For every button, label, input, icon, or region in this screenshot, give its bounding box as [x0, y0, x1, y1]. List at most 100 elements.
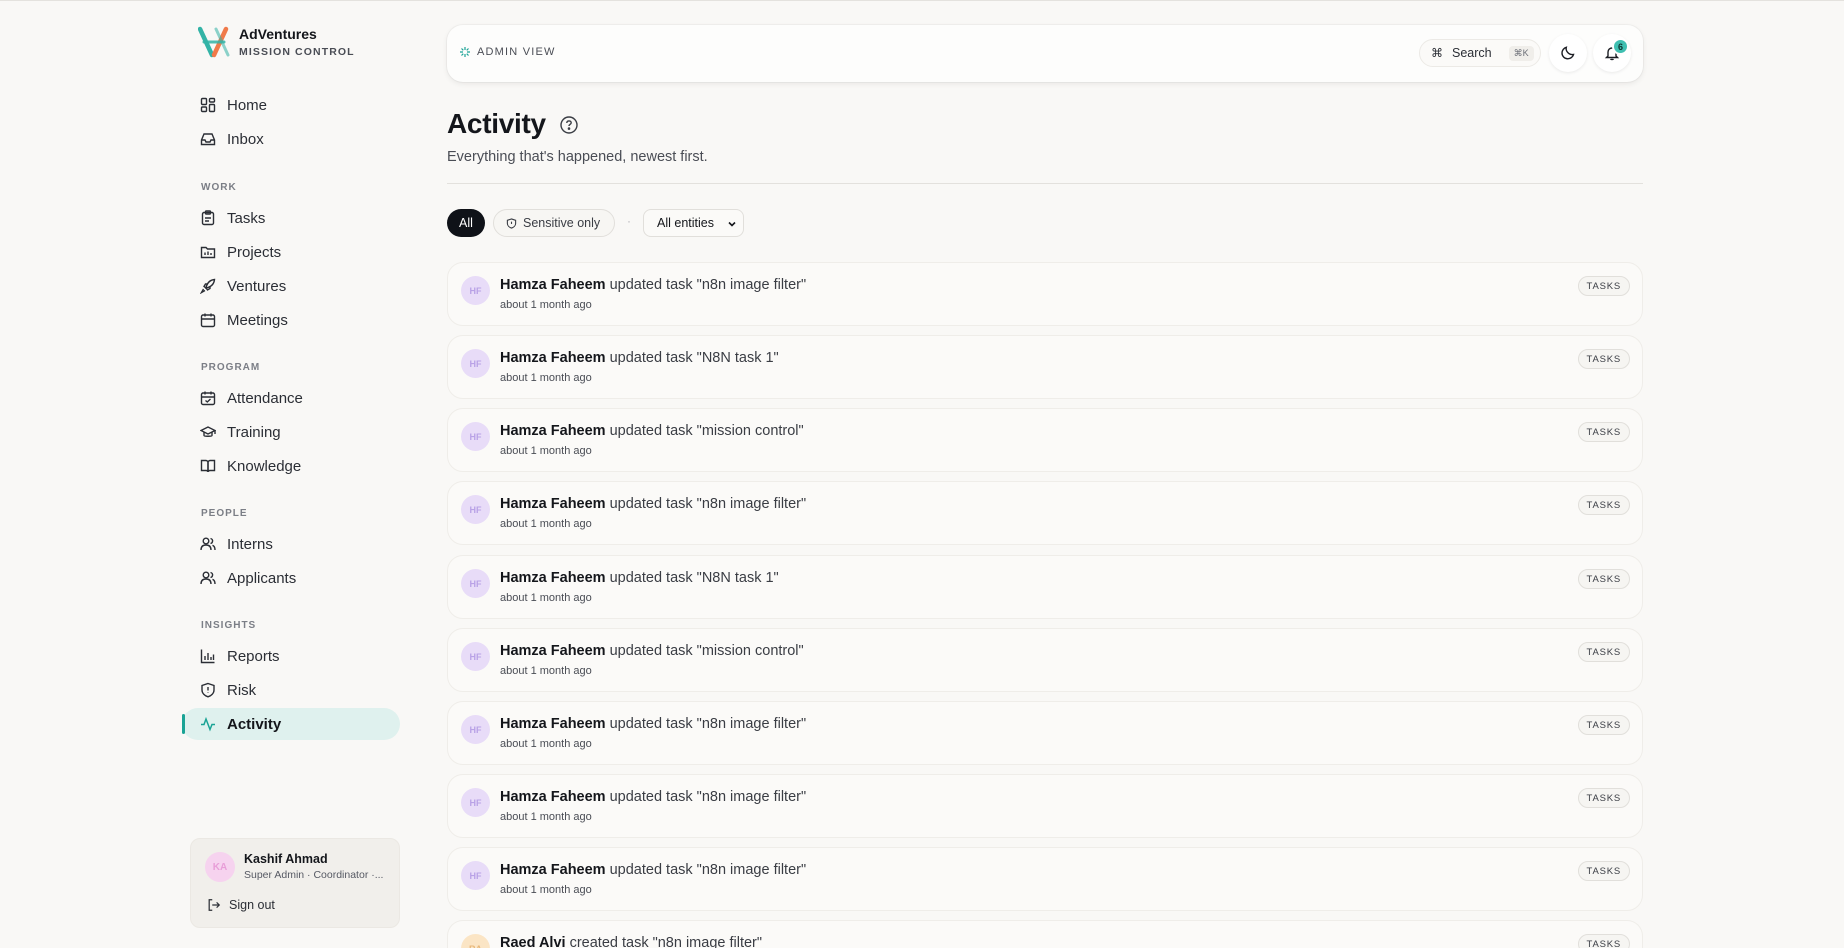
activity-action: updated task "n8n image filter"	[609, 496, 807, 512]
help-circle-icon[interactable]	[559, 115, 579, 135]
search-button[interactable]: ⌘ Search ⌘K	[1419, 39, 1541, 67]
theme-toggle-button[interactable]	[1549, 34, 1587, 72]
sidebar-item-risk[interactable]: Risk	[190, 674, 400, 706]
dashboard-icon	[200, 97, 216, 113]
view-label: ADMIN VIEW	[477, 46, 556, 58]
activity-text: Hamza Faheem updated task "n8n image fil…	[500, 716, 806, 732]
notifications-button[interactable]: 6	[1593, 34, 1631, 72]
adventures-logo-icon	[198, 26, 230, 58]
activity-time: about 1 month ago	[500, 518, 592, 530]
avatar: KA	[205, 852, 235, 882]
activity-action: updated task "n8n image filter"	[609, 789, 807, 805]
activity-row[interactable]: HF Hamza Faheem updated task "N8N task 1…	[447, 555, 1643, 619]
command-icon: ⌘	[1431, 46, 1443, 60]
brand[interactable]: AdVentures MISSION CONTROL	[198, 25, 355, 59]
activity-actor: Hamza Faheem	[500, 716, 606, 732]
user-role: Super Admin · Coordinator ·...	[244, 869, 384, 881]
avatar: HF	[461, 276, 490, 305]
shield-alert-icon	[201, 682, 215, 698]
activity-row[interactable]: RA Raed Alvi created task "n8n image fil…	[447, 920, 1643, 948]
activity-time: about 1 month ago	[500, 372, 592, 384]
sidebar-item-projects[interactable]: Projects	[190, 236, 400, 268]
filter-all-button[interactable]: All	[447, 209, 485, 237]
activity-actor: Hamza Faheem	[500, 277, 606, 293]
users-icon	[200, 571, 216, 585]
activity-time: about 1 month ago	[500, 884, 592, 896]
activity-text: Hamza Faheem updated task "n8n image fil…	[500, 277, 806, 293]
sidebar-item-applicants[interactable]: Applicants	[190, 562, 400, 594]
entity-tag: TASKS	[1577, 495, 1630, 515]
sidebar-item-label: Ventures	[227, 277, 287, 295]
avatar: HF	[461, 569, 490, 598]
activity-action: updated task "mission control"	[609, 643, 804, 659]
section-title-insights: INSIGHTS	[201, 620, 257, 631]
activity-action: created task "n8n image filter"	[569, 935, 763, 948]
avatar: HF	[461, 422, 490, 451]
sidebar-item-tasks[interactable]: Tasks	[190, 202, 400, 234]
view-indicator: ADMIN VIEW	[459, 46, 556, 58]
activity-actor: Hamza Faheem	[500, 496, 606, 512]
sign-out-label: Sign out	[229, 898, 275, 912]
sidebar-item-meetings[interactable]: Meetings	[190, 304, 400, 336]
sidebar-item-label: Activity	[227, 715, 282, 733]
sidebar-item-training[interactable]: Training	[190, 416, 400, 448]
sidebar-item-ventures[interactable]: Ventures	[190, 270, 400, 302]
activity-row[interactable]: HF Hamza Faheem updated task "n8n image …	[447, 847, 1643, 911]
activity-text: Hamza Faheem updated task "N8N task 1"	[500, 350, 779, 366]
entity-tag: TASKS	[1577, 934, 1630, 948]
activity-text: Hamza Faheem updated task "n8n image fil…	[500, 862, 806, 878]
section-title-people: PEOPLE	[201, 508, 248, 519]
entity-tag: TASKS	[1577, 276, 1630, 296]
activity-action: updated task "n8n image filter"	[609, 716, 807, 732]
user-name: Kashif Ahmad	[244, 852, 328, 866]
activity-time: about 1 month ago	[500, 811, 592, 823]
sidebar-item-label: Interns	[227, 535, 273, 553]
inbox-icon	[200, 133, 216, 146]
activity-action: updated task "n8n image filter"	[609, 862, 807, 878]
sidebar-item-label: Tasks	[227, 209, 266, 227]
section-title-work: WORK	[201, 182, 237, 193]
activity-actor: Hamza Faheem	[500, 350, 606, 366]
chevron-down-icon	[728, 221, 736, 227]
activity-time: about 1 month ago	[500, 665, 592, 677]
activity-row[interactable]: HF Hamza Faheem updated task "N8N task 1…	[447, 335, 1643, 399]
filter-separator: ·	[627, 214, 631, 228]
entity-select[interactable]: All entities	[643, 209, 744, 237]
sidebar-item-inbox[interactable]: Inbox	[190, 123, 400, 155]
activity-action: updated task "mission control"	[609, 423, 804, 439]
sidebar-item-label: Attendance	[227, 389, 303, 407]
sidebar-item-interns[interactable]: Interns	[190, 528, 400, 560]
search-label: Search	[1452, 46, 1492, 60]
avatar: HF	[461, 788, 490, 817]
activity-row[interactable]: HF Hamza Faheem updated task "n8n image …	[447, 774, 1643, 838]
sidebar-item-attendance[interactable]: Attendance	[190, 382, 400, 414]
activity-row[interactable]: HF Hamza Faheem updated task "n8n image …	[447, 481, 1643, 545]
activity-text: Raed Alvi created task "n8n image filter…	[500, 935, 762, 948]
activity-time: about 1 month ago	[500, 445, 592, 457]
sidebar-item-activity[interactable]: Activity	[182, 708, 400, 740]
activity-action: updated task "N8N task 1"	[609, 350, 779, 366]
moon-icon	[1561, 46, 1575, 60]
graduation-cap-icon	[200, 426, 216, 437]
entity-tag: TASKS	[1577, 422, 1630, 442]
activity-row[interactable]: HF Hamza Faheem updated task "mission co…	[447, 408, 1643, 472]
sign-out-button[interactable]: Sign out	[207, 898, 275, 912]
activity-text: Hamza Faheem updated task "mission contr…	[500, 423, 804, 439]
user-card: KA Kashif Ahmad Super Admin · Coordinato…	[190, 838, 400, 928]
sidebar-item-reports[interactable]: Reports	[190, 640, 400, 672]
sidebar-item-label: Projects	[227, 243, 282, 261]
avatar: HF	[461, 715, 490, 744]
avatar: RA	[461, 934, 490, 948]
activity-row[interactable]: HF Hamza Faheem updated task "n8n image …	[447, 701, 1643, 765]
filter-sensitive-button[interactable]: Sensitive only	[493, 209, 615, 237]
sidebar-item-label: Inbox	[227, 130, 264, 148]
active-indicator	[182, 714, 185, 734]
activity-text: Hamza Faheem updated task "n8n image fil…	[500, 789, 806, 805]
sidebar: AdVentures MISSION CONTROL Home Inbox WO…	[182, 1, 400, 948]
sidebar-item-knowledge[interactable]: Knowledge	[190, 450, 400, 482]
activity-row[interactable]: HF Hamza Faheem updated task "n8n image …	[447, 262, 1643, 326]
sidebar-item-label: Knowledge	[227, 457, 302, 475]
activity-row[interactable]: HF Hamza Faheem updated task "mission co…	[447, 628, 1643, 692]
sidebar-item-home[interactable]: Home	[190, 89, 400, 121]
entity-tag: TASKS	[1577, 569, 1630, 589]
